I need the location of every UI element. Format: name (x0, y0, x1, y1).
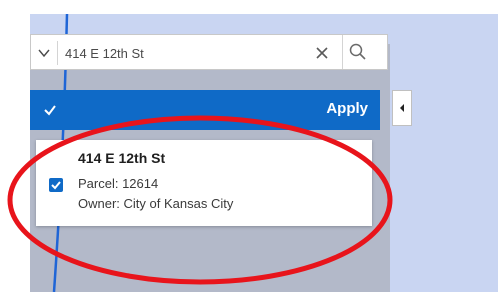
result-parcel: Parcel: 12614 (78, 176, 159, 191)
result-title: 414 E 12th St (78, 150, 166, 166)
search-icon[interactable] (348, 42, 368, 62)
collapse-panel-button[interactable] (392, 90, 412, 126)
search-button-divider (342, 35, 343, 69)
result-owner: Owner: City of Kansas City (78, 196, 234, 211)
caret-down-icon[interactable] (37, 46, 51, 60)
checkbox-checked-icon[interactable] (49, 178, 63, 192)
close-icon[interactable] (313, 44, 331, 62)
select-all-checkbox-icon[interactable] (43, 103, 57, 117)
search-divider (57, 41, 58, 65)
chevron-left-icon (400, 104, 404, 112)
results-header: Apply (30, 90, 380, 130)
map-view[interactable]: Apply 414 E 12th St Parcel: 12614 Owner:… (30, 14, 498, 292)
screenshot-frame: Apply 414 E 12th St Parcel: 12614 Owner:… (0, 0, 498, 292)
apply-button[interactable]: Apply (326, 100, 368, 117)
search-input[interactable] (65, 43, 305, 63)
search-bar (30, 34, 388, 70)
result-card[interactable]: 414 E 12th St Parcel: 12614 Owner: City … (36, 140, 372, 226)
app-window: Apply 414 E 12th St Parcel: 12614 Owner:… (30, 14, 498, 292)
